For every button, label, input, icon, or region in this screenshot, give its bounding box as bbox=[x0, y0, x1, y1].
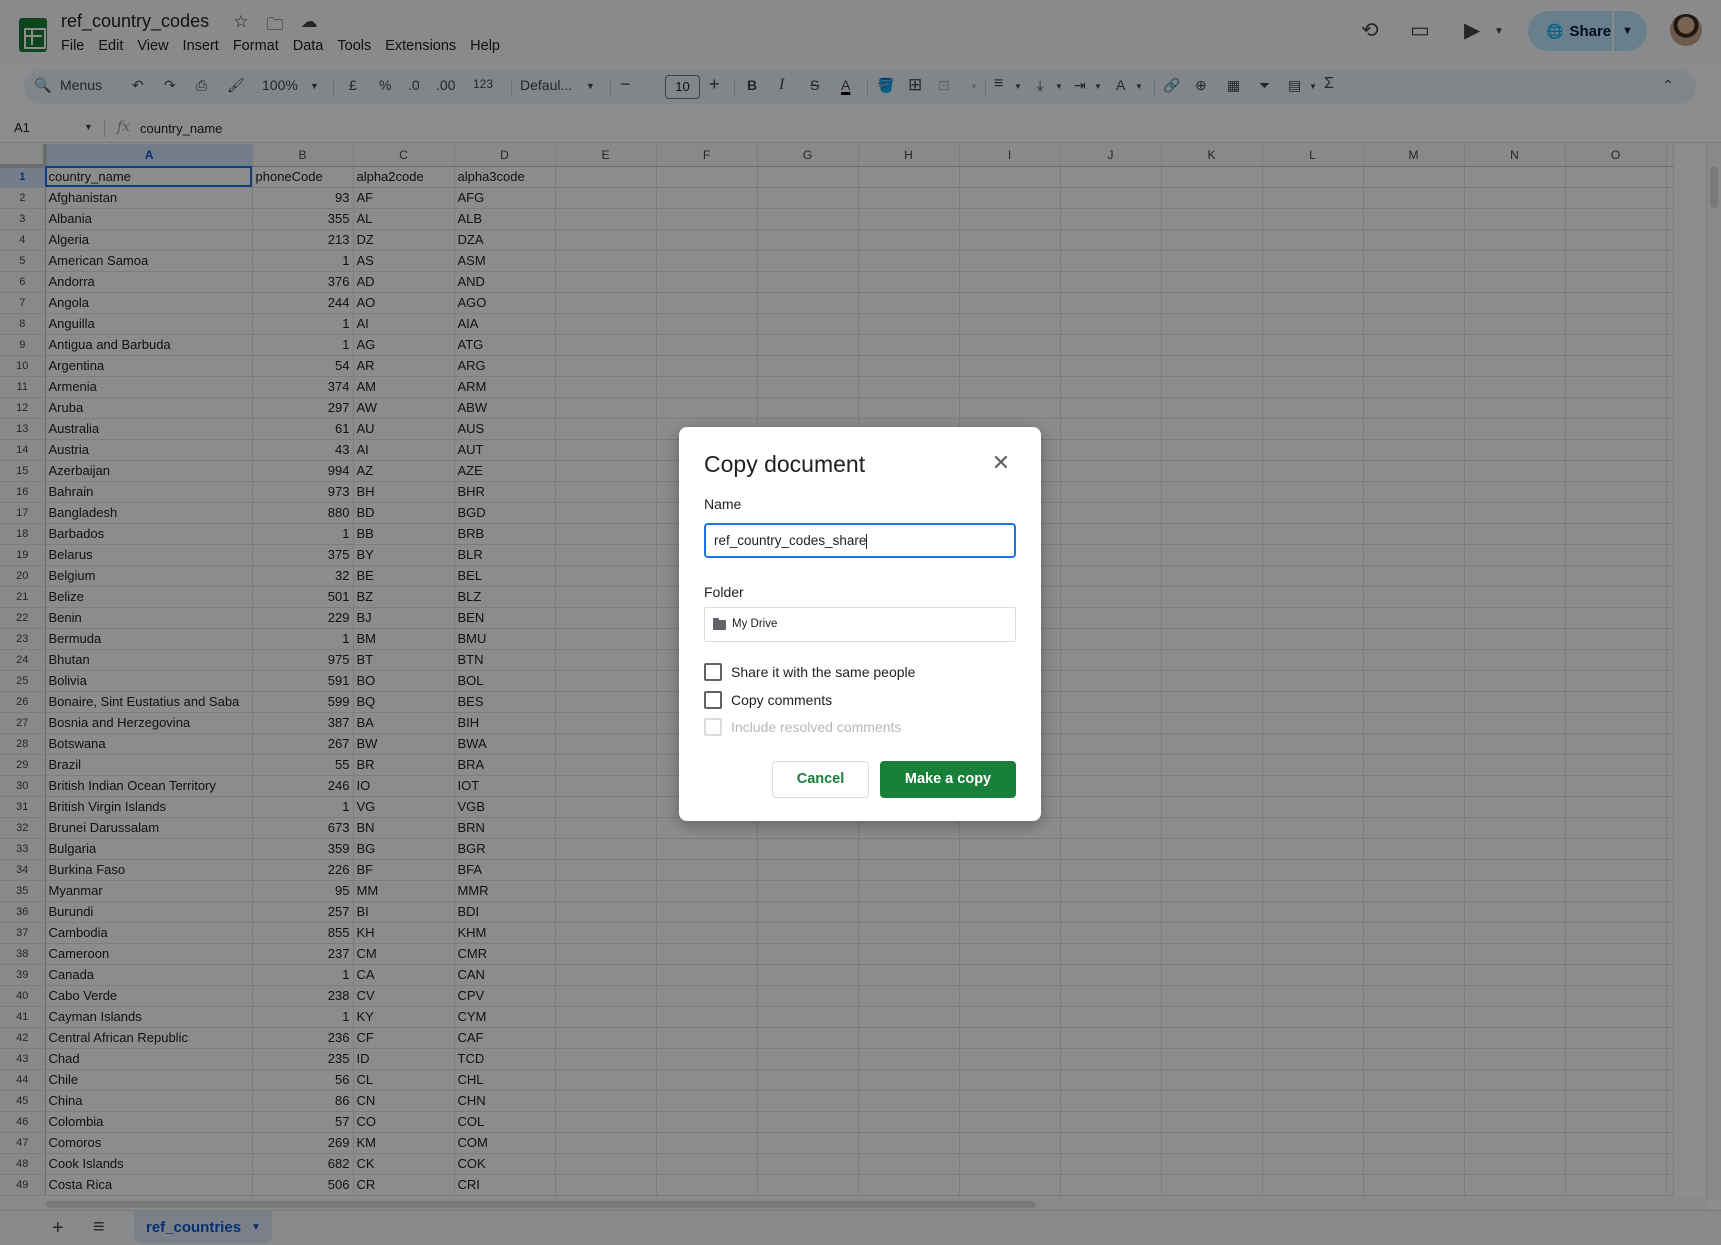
make-a-copy-button[interactable]: Make a copy bbox=[880, 761, 1016, 798]
close-icon[interactable]: ✕ bbox=[989, 451, 1013, 475]
cancel-button[interactable]: Cancel bbox=[772, 761, 869, 798]
folder-value: My Drive bbox=[732, 618, 778, 630]
share-same-people-label: Share it with the same people bbox=[731, 664, 916, 680]
copy-name-value: ref_country_codes_share bbox=[714, 533, 867, 548]
include-resolved-checkbox bbox=[704, 718, 722, 736]
share-same-people-checkbox[interactable] bbox=[704, 663, 722, 681]
copy-document-dialog: Copy document ✕ Name ref_country_codes_s… bbox=[679, 427, 1041, 821]
copy-name-input[interactable]: ref_country_codes_share bbox=[704, 523, 1016, 558]
copy-comments-label: Copy comments bbox=[731, 692, 833, 708]
text-cursor bbox=[866, 533, 868, 549]
share-same-people-option[interactable]: Share it with the same people bbox=[704, 663, 915, 681]
include-resolved-label: Include resolved comments bbox=[731, 719, 902, 735]
copy-comments-option[interactable]: Copy comments bbox=[704, 691, 832, 709]
folder-label: Folder bbox=[704, 584, 744, 600]
include-resolved-option: Include resolved comments bbox=[704, 718, 901, 736]
folder-icon bbox=[713, 617, 726, 630]
name-label: Name bbox=[704, 496, 742, 512]
folder-picker[interactable]: My Drive bbox=[704, 607, 1016, 642]
copy-comments-checkbox[interactable] bbox=[704, 691, 722, 709]
dialog-title: Copy document bbox=[704, 451, 866, 477]
